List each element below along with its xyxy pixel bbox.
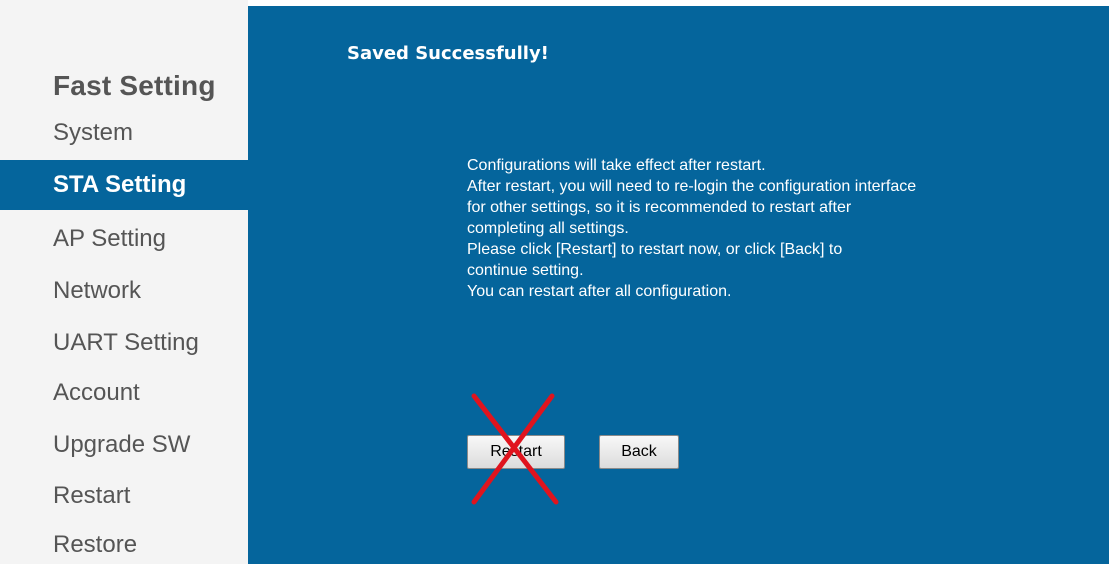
sidebar-title: Fast Setting (53, 70, 216, 101)
sidebar: Fast Setting System STA Setting AP Setti… (0, 0, 248, 564)
sidebar-item-restart[interactable]: Restart (0, 471, 248, 521)
message-line: You can restart after all configuration. (467, 283, 732, 300)
sidebar-item-network[interactable]: Network (0, 266, 248, 316)
message-line: continue setting. (467, 262, 584, 279)
sidebar-item-account[interactable]: Account (0, 368, 248, 418)
message-line: completing all settings. (467, 220, 629, 237)
sidebar-item-upgrade-sw[interactable]: Upgrade SW (0, 420, 248, 470)
page-title: Saved Successfully! (347, 43, 549, 64)
message-line: After restart, you will need to re-login… (467, 178, 917, 195)
sidebar-item-system[interactable]: System (0, 108, 248, 158)
message-line: Please click [Restart] to restart now, o… (467, 241, 843, 258)
sidebar-item-restore[interactable]: Restore (0, 520, 248, 564)
restart-button[interactable]: Restart (467, 435, 565, 469)
back-button[interactable]: Back (599, 435, 679, 469)
sidebar-item-uart-setting[interactable]: UART Setting (0, 318, 248, 368)
main-panel: Saved Successfully! Configurations will … (248, 6, 1109, 564)
message-line: Configurations will take effect after re… (467, 157, 766, 174)
message-line: for other settings, so it is recommended… (467, 199, 852, 216)
sidebar-item-sta-setting[interactable]: STA Setting (0, 160, 248, 210)
sidebar-item-ap-setting[interactable]: AP Setting (0, 214, 248, 264)
page: Fast Setting System STA Setting AP Setti… (0, 0, 1109, 564)
restart-message: Configurations will take effect after re… (467, 155, 1097, 302)
